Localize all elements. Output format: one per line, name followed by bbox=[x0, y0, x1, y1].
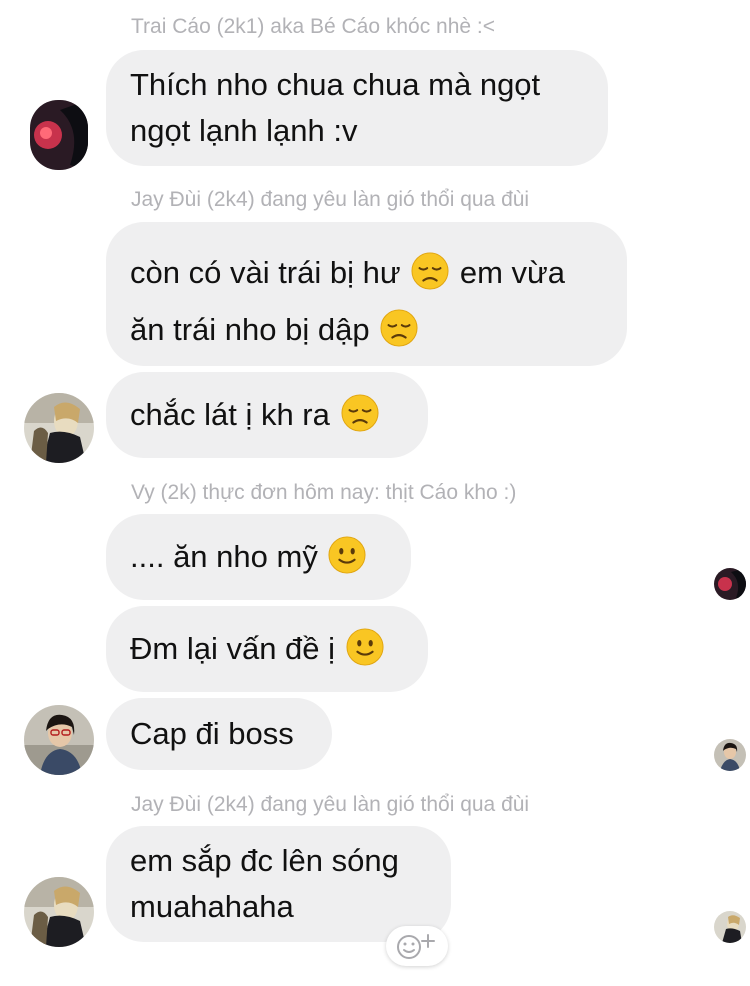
add-reaction-button[interactable] bbox=[386, 926, 448, 966]
read-receipt-avatar bbox=[714, 568, 746, 600]
message-bubble[interactable]: Cap đi boss bbox=[106, 698, 332, 770]
message-text-line: còn có vài trái bị hư em vừa bbox=[130, 244, 603, 301]
message-text: em sắp đc lên sóng bbox=[130, 843, 399, 878]
sender-name: Trai Cáo (2k1) aka Bé Cáo khóc nhè :< bbox=[131, 15, 495, 38]
avatar[interactable] bbox=[24, 393, 94, 463]
disappointed-face-emoji bbox=[340, 394, 379, 432]
message-text: .... ăn nho mỹ bbox=[130, 539, 318, 574]
add-reaction-icon bbox=[397, 934, 435, 959]
message-text-line: ăn trái nho bị dập bbox=[130, 301, 603, 358]
sender-name: Jay Đùi (2k4) đang yêu làn gió thổi qua … bbox=[131, 188, 530, 211]
message-bubble[interactable]: chắc lát ị kh ra bbox=[106, 372, 428, 458]
message-text: muahahaha bbox=[130, 889, 294, 924]
read-receipt-avatar bbox=[714, 911, 746, 943]
message-bubble[interactable]: .... ăn nho mỹ bbox=[106, 514, 411, 600]
read-receipt-avatar bbox=[714, 739, 746, 771]
message-text: ngọt lạnh lạnh :v bbox=[130, 113, 358, 148]
message-bubble[interactable]: còn có vài trái bị hư em vừa ăn trái nho… bbox=[106, 222, 627, 366]
message-bubble[interactable]: Đm lại vấn đề ị bbox=[106, 606, 428, 692]
message-text: chắc lát ị kh ra bbox=[130, 397, 330, 432]
message-text: Thích nho chua chua mà ngọt bbox=[130, 67, 541, 102]
slightly-smiling-face-emoji bbox=[346, 628, 384, 666]
message-text: Đm lại vấn đề ị bbox=[130, 631, 336, 666]
slightly-smiling-face-emoji bbox=[328, 536, 366, 574]
avatar[interactable] bbox=[24, 705, 94, 775]
avatar[interactable] bbox=[24, 877, 94, 947]
disappointed-face-emoji bbox=[411, 252, 449, 290]
avatar[interactable] bbox=[30, 100, 88, 170]
sender-name: Jay Đùi (2k4) đang yêu làn gió thổi qua … bbox=[131, 793, 530, 816]
sender-name: Vy (2k) thực đơn hôm nay: thịt Cáo kho :… bbox=[131, 481, 517, 504]
message-bubble[interactable]: em sắp đc lên sóng muahahaha bbox=[106, 826, 451, 942]
message-bubble[interactable]: Thích nho chua chua mà ngọt ngọt lạnh lạ… bbox=[106, 50, 608, 166]
message-text: Cap đi boss bbox=[130, 716, 294, 751]
disappointed-face-emoji bbox=[380, 309, 418, 347]
